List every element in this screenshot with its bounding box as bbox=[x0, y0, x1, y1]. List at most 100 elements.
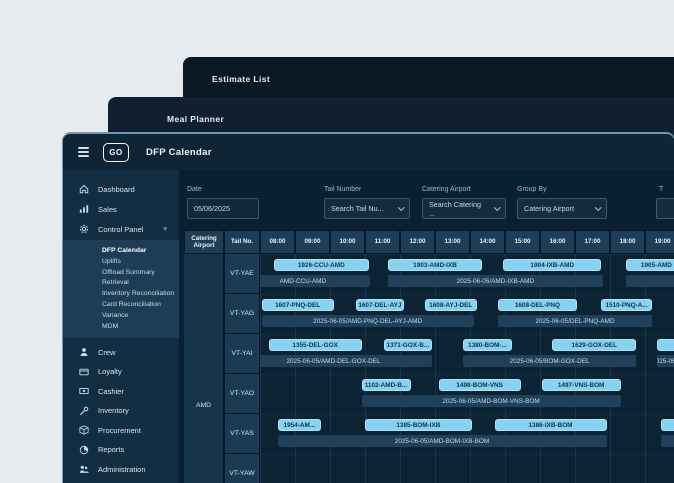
catering-airport-column: AMD bbox=[184, 254, 224, 483]
sidebar: Dashboard Sales Control Panel ▾ DFP Calendar… bbox=[63, 170, 179, 483]
date-filter-label: Date bbox=[187, 186, 202, 193]
hour-header: 17:00 bbox=[575, 230, 610, 254]
airport-group-label: AMD bbox=[195, 402, 212, 409]
leg-bar[interactable]: 2025-06-05/AMD-BOM-VNS-BOM bbox=[361, 395, 621, 407]
tools-icon bbox=[79, 406, 89, 416]
clipped-filter-label: T bbox=[659, 186, 664, 193]
flight-bar[interactable] bbox=[660, 419, 674, 431]
flight-bar[interactable]: 1102-AMD-B... bbox=[361, 379, 411, 391]
flight-bar[interactable]: 1355-DEL-GOX bbox=[268, 339, 362, 351]
leg-bar[interactable]: 2025-06-05/AMD-BOM-IXB-BOM bbox=[277, 435, 607, 447]
sidebar-item-label: Reports bbox=[98, 445, 125, 455]
hour-header: 09:00 bbox=[295, 230, 330, 254]
submenu-item-mdm[interactable]: MDM bbox=[63, 322, 179, 333]
submenu-item-card-reconciliation[interactable]: Card Reconciliation bbox=[63, 300, 179, 311]
flight-bar[interactable]: 1904-IXB-AMD bbox=[503, 259, 602, 271]
scheduler: Catering Airport Tail No. 08:00 09:00 10:0… bbox=[184, 230, 674, 483]
tail-cell: VT-YAG bbox=[224, 294, 260, 334]
flight-bar[interactable]: 1608-AYJ-DEL bbox=[424, 299, 477, 311]
leg-bar[interactable]: 2025-06-05/AMD-PNQ-DEL-AYJ-AMD bbox=[261, 315, 474, 327]
leg-bar[interactable]: 2025-06-05/DEL-PNQ-AMD bbox=[498, 315, 652, 327]
catering-airport-filter-label: Catering Airport bbox=[422, 186, 471, 193]
flight-bar[interactable]: 1497-VNS-BOM bbox=[541, 379, 621, 391]
leg-bar[interactable]: 2025-06-05/AMD-DEL-GOX-DEL bbox=[260, 355, 432, 367]
submenu-item-dfp-calendar[interactable]: DFP Calendar bbox=[63, 246, 179, 257]
flight-bar[interactable]: 1510-PNQ-A... bbox=[601, 299, 652, 311]
flight-bar[interactable]: 1905-AMD bbox=[625, 259, 674, 271]
chevron-down-icon bbox=[493, 204, 500, 211]
page-title: DFP Calendar bbox=[146, 146, 212, 158]
leg-bar[interactable] bbox=[660, 435, 674, 447]
flight-bar[interactable] bbox=[657, 339, 674, 351]
flight-bar[interactable]: 1371-GOX-B... bbox=[384, 339, 432, 351]
flight-bar[interactable]: 1903-AMD-IXB bbox=[387, 259, 483, 271]
people-icon bbox=[79, 464, 89, 474]
sidebar-item-item[interactable] bbox=[63, 479, 179, 483]
sidebar-item-label: Dashboard bbox=[98, 184, 135, 194]
card-icon bbox=[79, 367, 89, 377]
flight-bar[interactable]: 1608-DEL-PNQ bbox=[498, 299, 577, 311]
chevron-down-icon bbox=[397, 204, 404, 211]
submenu-item-uplifts[interactable]: Uplifts bbox=[63, 257, 179, 268]
clipped-filter-input[interactable] bbox=[656, 198, 674, 219]
leg-bar[interactable]: 2025-06-05/BOM-GOX-DEL bbox=[463, 355, 637, 367]
sidebar-item-label: Cashier bbox=[98, 386, 124, 396]
sidebar-item-inventory[interactable]: Inventory bbox=[63, 401, 179, 421]
catering-airport-column-header: Catering Airport bbox=[184, 230, 224, 254]
window-title: Estimate List bbox=[212, 74, 271, 84]
sidebar-item-label: Crew bbox=[98, 347, 116, 357]
content: Date 05/06/2025 Tail Number Search Tail … bbox=[179, 170, 674, 483]
flight-bar[interactable]: 1629-GOX-DEL bbox=[552, 339, 637, 351]
sidebar-item-label: Sales bbox=[98, 204, 117, 214]
tail-number-select[interactable]: Search Tail Nu... bbox=[324, 198, 410, 219]
tail-column: VT-YAE VT-YAG VT-YAI VT-YAO VT-YAS VT-YAW bbox=[224, 254, 260, 483]
tail-cell: VT-YAW bbox=[224, 454, 260, 483]
box-icon bbox=[79, 425, 89, 435]
flight-bar[interactable]: 1607-DEL-AYJ bbox=[356, 299, 404, 311]
flight-bar[interactable]: 1607-PNQ-DEL bbox=[261, 299, 334, 311]
group-by-select[interactable]: Catering Airport bbox=[517, 198, 607, 219]
sidebar-item-reports[interactable]: Reports bbox=[63, 440, 179, 460]
cash-icon bbox=[79, 386, 89, 396]
tail-no-column-header: Tail No. bbox=[224, 230, 260, 254]
sidebar-item-label: Loyalty bbox=[98, 367, 122, 377]
sidebar-item-crew[interactable]: Crew bbox=[63, 342, 179, 362]
submenu-item-offload-summary[interactable]: Offload Summary bbox=[63, 268, 179, 279]
sidebar-item-label: Control Panel bbox=[98, 224, 144, 234]
submenu-item-variance[interactable]: Variance bbox=[63, 311, 179, 322]
home-icon bbox=[79, 184, 89, 194]
catering-airport-select[interactable]: Search Catering ... bbox=[422, 198, 506, 219]
leg-bar[interactable]: 2025-06-05/AMD-IXB-AMD bbox=[387, 275, 603, 287]
leg-bar[interactable]: 2025-06-05/... bbox=[657, 355, 674, 367]
flight-bar[interactable]: 1926-CCU-AMD bbox=[274, 259, 369, 271]
group-by-filter-label: Group By bbox=[517, 186, 547, 193]
flight-bar[interactable]: 1385-BOM-IXB bbox=[365, 419, 472, 431]
sidebar-item-dashboard[interactable]: Dashboard bbox=[63, 179, 179, 199]
leg-bar[interactable]: AMD-CCU-AMD bbox=[260, 275, 371, 287]
sidebar-item-control-panel[interactable]: Control Panel ▾ bbox=[63, 219, 179, 239]
submenu-item-inventory-reconciliation[interactable]: Inventory Reconciliation bbox=[63, 289, 179, 300]
flight-bar[interactable]: 1498-BOM-VNS bbox=[438, 379, 521, 391]
window-dfp-calendar: GO DFP Calendar Dashboard Sales Control Pa… bbox=[62, 132, 674, 483]
sidebar-item-loyalty[interactable]: Loyalty bbox=[63, 362, 179, 382]
sidebar-item-cashier[interactable]: Cashier bbox=[63, 381, 179, 401]
person-icon bbox=[79, 347, 89, 357]
submenu-item-retrieval[interactable]: Retrieval bbox=[63, 278, 179, 289]
sidebar-item-sales[interactable]: Sales bbox=[63, 199, 179, 219]
control-panel-submenu: DFP Calendar Uplifts Offload Summary Retrie… bbox=[63, 240, 179, 339]
pie-chart-icon bbox=[79, 445, 89, 455]
sidebar-item-administration[interactable]: Administration bbox=[63, 459, 179, 479]
hour-header: 13:00 bbox=[435, 230, 470, 254]
date-input[interactable]: 05/06/2025 bbox=[187, 198, 259, 219]
leg-bar[interactable] bbox=[625, 275, 674, 287]
flight-bar[interactable]: 1386-IXB-BOM bbox=[494, 419, 607, 431]
chevron-down-icon bbox=[594, 204, 601, 211]
hamburger-menu-button[interactable] bbox=[78, 147, 89, 157]
flight-bar[interactable]: 1954-AM... bbox=[277, 419, 322, 431]
hour-header: 16:00 bbox=[540, 230, 575, 254]
sidebar-item-procurement[interactable]: Procurement bbox=[63, 420, 179, 440]
hour-header: 15:00 bbox=[505, 230, 540, 254]
flight-bar[interactable]: 1380-BOM-... bbox=[463, 339, 512, 351]
tail-cell: VT-YAI bbox=[224, 334, 260, 374]
caret-down-icon: ▾ bbox=[163, 226, 167, 233]
